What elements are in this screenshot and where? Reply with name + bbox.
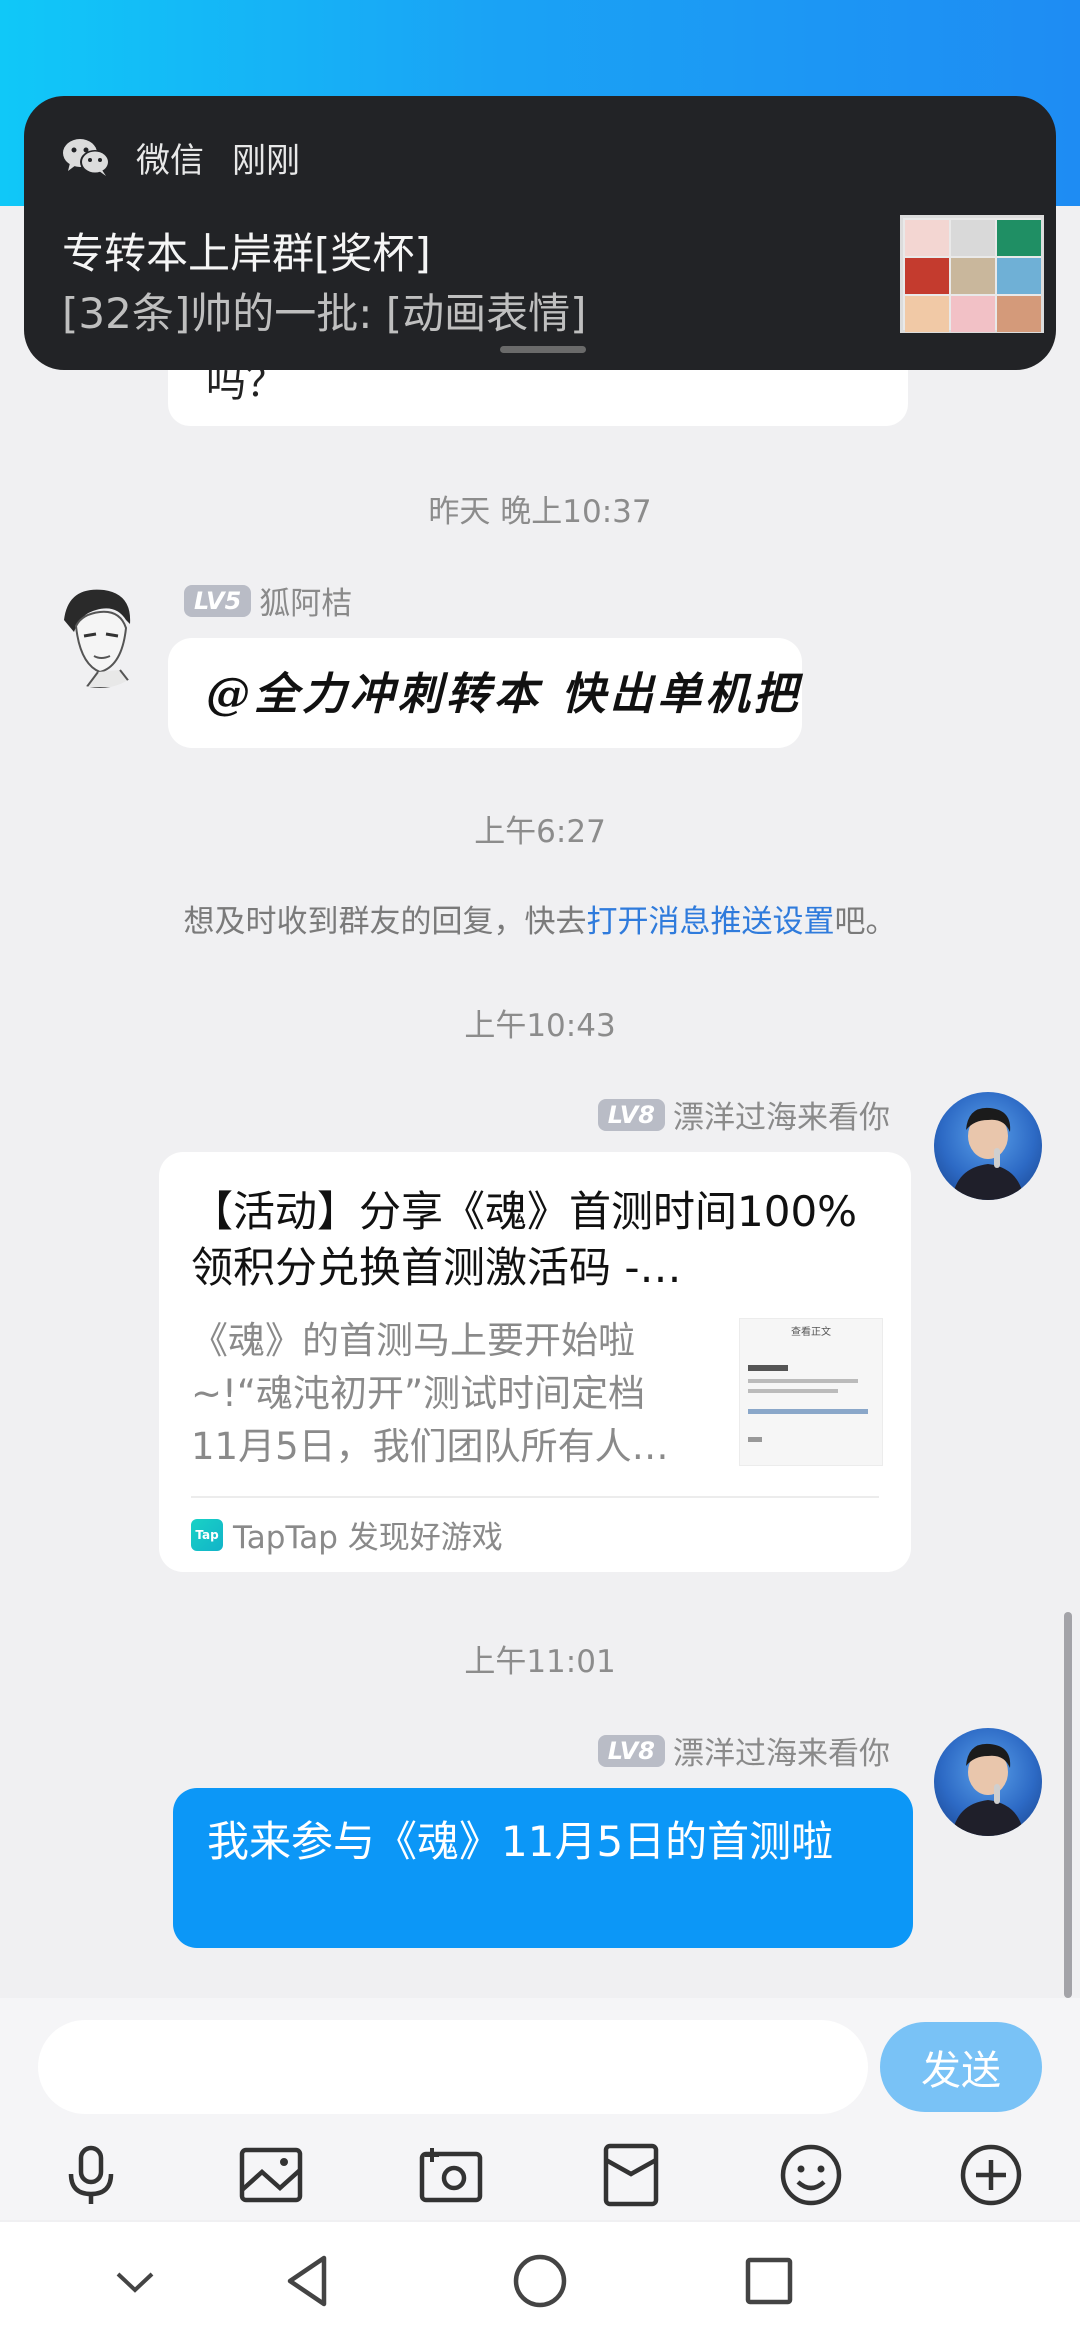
avatar[interactable]	[46, 580, 154, 688]
avatar[interactable]	[934, 1728, 1042, 1836]
card-source: Tap TapTap 发现好游戏	[191, 1512, 503, 1557]
timestamp: 上午10:43	[464, 1008, 616, 1044]
avatar-singer-icon	[952, 1743, 1024, 1836]
collapse-icon[interactable]	[100, 2246, 170, 2316]
notification-body: [32条]帅的一批: [动画表情]	[62, 289, 587, 338]
system-tip: 想及时收到群友的回复，快去打开消息推送设置吧。	[0, 896, 1080, 941]
message-text: @全力冲刺转本 快出单机把	[206, 669, 802, 720]
recents-icon[interactable]	[734, 2246, 804, 2316]
sender-info: LV8 漂洋过海来看你	[597, 1728, 890, 1773]
system-tip-suffix: 吧。	[834, 904, 897, 940]
push-settings-link[interactable]: 打开消息推送设置	[587, 904, 835, 940]
avatar-singer-icon	[952, 1107, 1024, 1200]
notification-time: 刚刚	[232, 140, 300, 181]
thumb-line	[748, 1437, 762, 1442]
thumb-cell	[951, 220, 995, 256]
timestamp: 上午6:27	[474, 814, 606, 850]
image-icon[interactable]	[236, 2140, 306, 2210]
card-source-text: TapTap 发现好游戏	[233, 1520, 503, 1556]
card-title: 【活动】分享《魂》首测时间100%领积分兑换首测激活码 -…	[191, 1187, 858, 1292]
sender-name[interactable]: 漂洋过海来看你	[673, 1728, 890, 1773]
send-button[interactable]: 发送	[880, 2022, 1042, 2112]
notification-app-name: 微信	[136, 140, 204, 181]
notification-title: 专转本上岸群[奖杯]	[62, 229, 431, 278]
card-divider	[191, 1496, 879, 1498]
input-area: 发送	[0, 1998, 1080, 2220]
link-card[interactable]: 【活动】分享《魂》首测时间100%领积分兑换首测激活码 -… 《魂》的首测马上要…	[159, 1152, 911, 1572]
back-icon[interactable]	[274, 2246, 344, 2316]
thumb-cell	[905, 296, 949, 332]
thumb-cell	[997, 258, 1041, 294]
timestamp: 昨天 晚上10:37	[428, 494, 652, 530]
thumb-line	[748, 1365, 788, 1371]
card-thumbnail: 查看正文	[739, 1318, 883, 1466]
card-thumbnail-heading: 查看正文	[791, 1327, 831, 1338]
thumb-cell	[905, 258, 949, 294]
thumb-line	[748, 1409, 868, 1414]
system-tip-prefix: 想及时收到群友的回复，快去	[183, 904, 587, 940]
avatar-sketch-icon	[64, 589, 136, 688]
thumb-cell	[905, 220, 949, 256]
sender-info: LV5 狐阿桔	[184, 578, 352, 623]
thumb-line	[748, 1389, 838, 1393]
notification-banner[interactable]: 微信 刚刚 专转本上岸群[奖杯] [32条]帅的一批: [动画表情]	[24, 96, 1056, 370]
plus-icon[interactable]	[956, 2140, 1026, 2210]
group-avatar-thumbnail	[900, 215, 1044, 333]
message-input[interactable]	[38, 2020, 868, 2114]
red-packet-icon[interactable]	[596, 2140, 666, 2210]
level-badge: LV5	[184, 584, 252, 617]
taptap-logo-icon: Tap	[191, 1518, 223, 1551]
sender-name[interactable]: 狐阿桔	[259, 578, 352, 623]
wechat-icon	[62, 137, 112, 177]
thumb-line	[748, 1379, 858, 1383]
timestamp: 上午11:01	[464, 1644, 616, 1680]
emoji-icon[interactable]	[776, 2140, 846, 2210]
thumb-cell	[997, 220, 1041, 256]
message-bubble[interactable]: @全力冲刺转本 快出单机把	[168, 638, 802, 748]
camera-icon[interactable]	[416, 2140, 486, 2210]
message-text: 我来参与《魂》11月5日的首测啦	[207, 1817, 834, 1866]
level-badge: LV8	[597, 1734, 665, 1767]
thumb-cell	[951, 296, 995, 332]
level-badge: LV8	[597, 1098, 665, 1131]
notification-drag-handle[interactable]	[500, 346, 586, 353]
card-description: 《魂》的首测马上要开始啦~!“魂沌初开”测试时间定档11月5日，我们团队所有人…	[191, 1319, 669, 1468]
sender-name[interactable]: 漂洋过海来看你	[673, 1092, 890, 1137]
thumb-cell	[951, 258, 995, 294]
system-navigation-bar	[0, 2222, 1080, 2340]
mic-icon[interactable]	[56, 2140, 126, 2210]
thumb-cell	[997, 296, 1041, 332]
home-icon[interactable]	[505, 2246, 575, 2316]
sender-info: LV8 漂洋过海来看你	[597, 1092, 890, 1137]
message-bubble-self[interactable]: 我来参与《魂》11月5日的首测啦	[173, 1788, 913, 1948]
scrollbar[interactable]	[1064, 1612, 1072, 1998]
avatar[interactable]	[934, 1092, 1042, 1200]
